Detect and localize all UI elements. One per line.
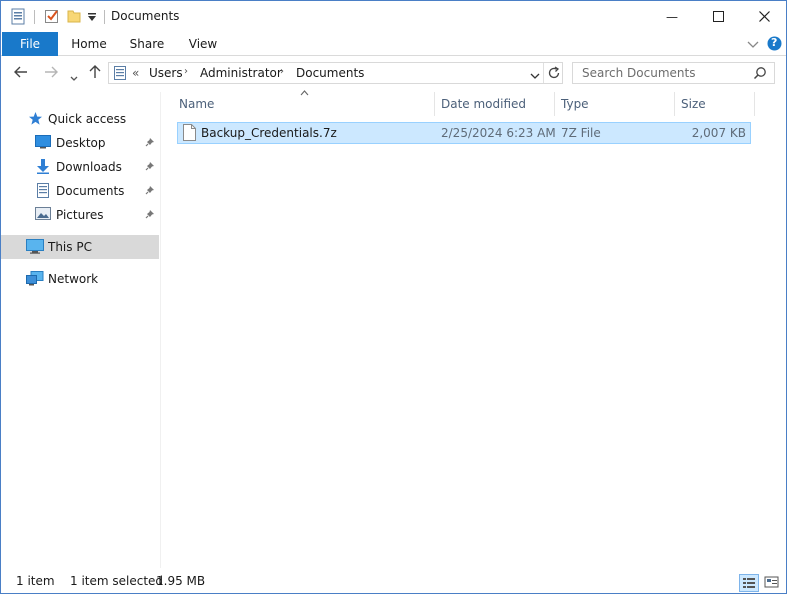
navigation-pane: Quick access Desktop Downloads Documents… bbox=[1, 92, 161, 568]
pin-icon[interactable] bbox=[145, 208, 155, 222]
sidebar-item-label: Pictures bbox=[56, 208, 104, 222]
checkmark-icon[interactable] bbox=[44, 8, 60, 27]
file-list: Name Date modified Type Size Backup_Cred… bbox=[162, 90, 786, 568]
file-icon bbox=[183, 124, 196, 144]
maximize-icon bbox=[712, 11, 724, 22]
sidebar-item-label: Network bbox=[48, 272, 99, 286]
sidebar-item-this-pc[interactable]: This PC bbox=[1, 235, 159, 259]
chevron-down-icon bbox=[70, 76, 78, 81]
address-dropdown-icon[interactable] bbox=[530, 69, 540, 83]
toolbar-separator bbox=[104, 10, 105, 24]
refresh-icon[interactable] bbox=[547, 66, 561, 83]
file-type: 7Z File bbox=[561, 126, 601, 140]
table-row[interactable]: Backup_Credentials.7z 2/25/2024 6:23 AM … bbox=[177, 122, 751, 144]
column-header-size[interactable]: Size bbox=[675, 92, 753, 116]
up-button[interactable] bbox=[89, 65, 101, 82]
breadcrumb-users[interactable]: Users bbox=[149, 66, 183, 80]
back-button[interactable] bbox=[14, 65, 28, 81]
minimize-button[interactable]: — bbox=[649, 1, 695, 32]
documents-location-icon bbox=[114, 66, 126, 83]
documents-icon bbox=[37, 183, 49, 201]
expand-ribbon-icon[interactable] bbox=[747, 38, 759, 52]
pictures-icon bbox=[35, 207, 51, 223]
file-name: Backup_Credentials.7z bbox=[201, 126, 337, 140]
pin-icon[interactable] bbox=[145, 136, 155, 150]
sidebar-item-downloads[interactable]: Downloads bbox=[1, 155, 159, 179]
breadcrumb-overflow[interactable]: « bbox=[132, 66, 139, 80]
search-input[interactable]: Search Documents bbox=[582, 66, 695, 80]
help-button[interactable]: ? bbox=[767, 36, 782, 54]
properties-icon[interactable] bbox=[11, 8, 25, 28]
desktop-icon bbox=[35, 135, 51, 152]
file-date-modified: 2/25/2024 6:23 AM bbox=[441, 126, 556, 140]
breadcrumb-documents[interactable]: Documents bbox=[296, 66, 364, 80]
sidebar-item-quick-access[interactable]: Quick access bbox=[1, 107, 159, 131]
column-header-type[interactable]: Type bbox=[555, 92, 673, 116]
sidebar-item-label: Documents bbox=[56, 184, 125, 198]
breadcrumb-chevron-icon[interactable]: › bbox=[280, 66, 284, 77]
status-bar: 1 item 1 item selected 1.95 MB bbox=[1, 568, 786, 593]
help-glyph: ? bbox=[771, 36, 778, 49]
tab-home[interactable]: Home bbox=[63, 32, 115, 56]
toolbar-separator bbox=[34, 10, 35, 24]
customize-dropdown-icon[interactable] bbox=[87, 11, 97, 25]
tab-file[interactable]: File bbox=[2, 32, 58, 56]
selection-size: 1.95 MB bbox=[156, 574, 206, 588]
window-title: Documents bbox=[111, 9, 180, 23]
item-count: 1 item bbox=[16, 574, 55, 588]
explorer-window: Documents — File Home Share View ? « Use… bbox=[0, 0, 787, 594]
address-bar[interactable]: « Users › Administrator › Documents bbox=[108, 62, 563, 84]
forward-arrow-icon bbox=[45, 66, 58, 78]
file-size: 2,007 KB bbox=[691, 126, 746, 140]
search-box[interactable]: Search Documents bbox=[572, 62, 775, 84]
sidebar-item-label: Quick access bbox=[48, 112, 127, 126]
large-icons-view-button[interactable] bbox=[762, 574, 782, 592]
sidebar-item-label: Downloads bbox=[56, 160, 122, 174]
ribbon-tabs: File Home Share View ? bbox=[1, 32, 786, 56]
computer-icon bbox=[26, 239, 44, 257]
sidebar-item-network[interactable]: Network bbox=[1, 267, 159, 291]
sidebar-item-documents[interactable]: Documents bbox=[1, 179, 159, 203]
details-view-icon bbox=[743, 578, 755, 588]
address-divider bbox=[543, 63, 544, 83]
close-icon bbox=[758, 11, 770, 22]
up-arrow-icon bbox=[89, 65, 101, 78]
column-divider[interactable] bbox=[754, 92, 755, 116]
column-header-name[interactable]: Name bbox=[173, 92, 435, 116]
network-icon bbox=[26, 271, 44, 289]
breadcrumb-chevron-icon[interactable]: › bbox=[184, 66, 188, 77]
details-view-button[interactable] bbox=[739, 574, 759, 592]
navigation-bar: « Users › Administrator › Documents Sear… bbox=[1, 56, 786, 92]
large-icons-view-icon bbox=[764, 576, 779, 588]
downloads-icon bbox=[36, 159, 50, 177]
sidebar-item-desktop[interactable]: Desktop bbox=[1, 131, 159, 155]
title-bar: Documents — bbox=[1, 1, 786, 32]
back-arrow-icon bbox=[14, 66, 27, 78]
selection-count: 1 item selected bbox=[70, 574, 164, 588]
sidebar-item-label: This PC bbox=[48, 240, 92, 254]
recent-locations-button[interactable] bbox=[70, 69, 78, 85]
tab-view[interactable]: View bbox=[177, 32, 229, 56]
sidebar-item-pictures[interactable]: Pictures bbox=[1, 203, 159, 227]
sidebar-item-label: Desktop bbox=[56, 136, 106, 150]
pin-icon[interactable] bbox=[145, 160, 155, 174]
tab-share[interactable]: Share bbox=[121, 32, 173, 56]
star-icon bbox=[28, 111, 43, 129]
forward-button[interactable] bbox=[44, 65, 58, 81]
breadcrumb-administrator[interactable]: Administrator bbox=[200, 66, 282, 80]
pin-icon[interactable] bbox=[145, 184, 155, 198]
close-button[interactable] bbox=[741, 1, 787, 32]
search-icon[interactable] bbox=[753, 66, 767, 83]
minimize-icon: — bbox=[666, 9, 678, 24]
column-header-date-modified[interactable]: Date modified bbox=[435, 92, 553, 116]
new-folder-icon[interactable] bbox=[66, 8, 82, 27]
maximize-button[interactable] bbox=[695, 1, 741, 32]
